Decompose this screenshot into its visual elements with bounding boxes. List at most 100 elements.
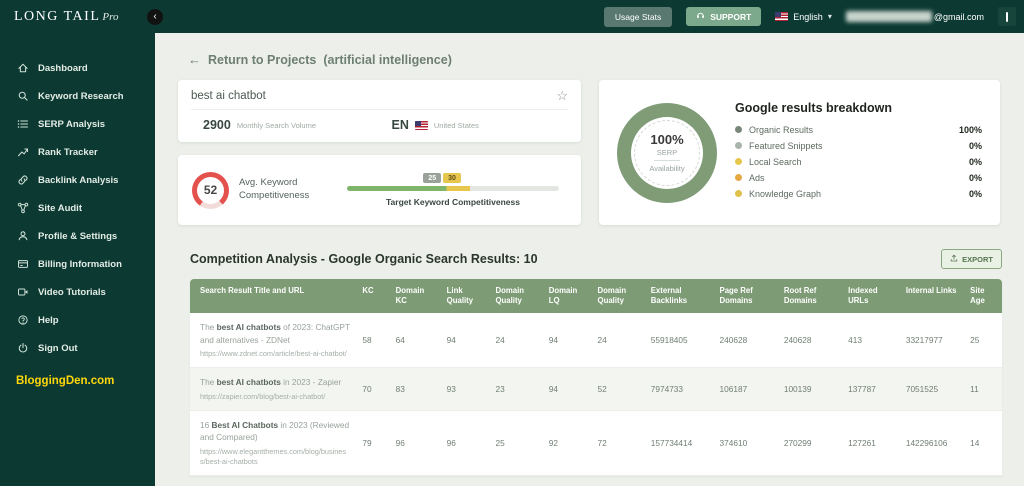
site-audit-icon (17, 202, 29, 214)
sidebar-item-keyword-research[interactable]: Keyword Research (0, 82, 155, 110)
blogging-den-link[interactable]: BloggingDen.com (0, 375, 155, 387)
legend-item: Knowledge Graph 0% (735, 189, 982, 199)
sidebar-item-profile-settings[interactable]: Profile & Settings (0, 222, 155, 250)
sidebar-item-billing-information[interactable]: Billing Information (0, 250, 155, 278)
language-code: EN (391, 118, 409, 132)
metric-cell: 58 (356, 313, 390, 369)
dashboard-icon (17, 62, 29, 74)
account-email[interactable]: @gmail.com (845, 11, 984, 22)
donut-label-availability: Availability (649, 164, 685, 173)
result-title-cell[interactable]: The best AI chatbots of 2023: ChatGPT an… (190, 313, 357, 369)
table-row: The best AI chatbots of 2023: ChatGPT an… (190, 313, 1002, 369)
signout-icon (17, 342, 29, 354)
main-content: ← Return to Projects (artificial intelli… (155, 33, 1024, 486)
sidebar-item-rank-tracker[interactable]: Rank Tracker (0, 138, 155, 166)
metric-cell: 157734414 (644, 410, 714, 477)
result-url[interactable]: https://zapier.com/blog/best-ai-chatbot/ (200, 392, 350, 402)
serp-list-icon (17, 118, 29, 130)
metric-cell: 92 (542, 410, 592, 477)
result-title-cell[interactable]: 16 Best AI Chatbots in 2023 (Reviewed an… (190, 410, 357, 477)
target-competitiveness-slider[interactable]: 25 30 Target Keyword Competitiveness (339, 173, 567, 207)
metric-cell: 7051525 (899, 367, 965, 411)
legend-dot-icon (735, 174, 742, 181)
usage-stats-button[interactable]: Usage Stats (603, 6, 673, 27)
sidebar-item-video-tutorials[interactable]: Video Tutorials (0, 278, 155, 306)
metric-cell: 64 (389, 313, 441, 369)
vertical-bar-icon (1006, 11, 1008, 22)
column-header: Page Ref Domains (713, 279, 778, 314)
star-icon[interactable]: ☆ (556, 89, 568, 102)
sidebar-item-label: Site Audit (38, 202, 82, 214)
search-volume-stat: 2900 Monthly Search Volume (191, 118, 380, 132)
metric-cell: 100139 (777, 367, 843, 411)
metric-cell: 23 (489, 367, 543, 411)
table-row: The best AI chatbots in 2023 - Zapier htt… (190, 367, 1002, 411)
metric-cell: 52 (591, 367, 645, 411)
us-flag-icon (775, 12, 789, 21)
support-label: SUPPORT (710, 11, 752, 22)
support-button[interactable]: SUPPORT (686, 7, 762, 26)
competitiveness-label: Avg. Keyword Competitiveness (239, 177, 310, 201)
email-redacted-blur (845, 11, 932, 22)
result-title[interactable]: The best AI chatbots of 2023: ChatGPT an… (200, 321, 350, 346)
sidebar-collapse-button[interactable]: ‹ (147, 9, 163, 25)
legend-label: Organic Results (749, 124, 814, 135)
column-header: KC (356, 279, 390, 314)
column-header: Indexed URLs (842, 279, 900, 314)
us-flag-icon (414, 120, 428, 130)
result-url[interactable]: https://www.zdnet.com/article/best-ai-ch… (200, 349, 350, 359)
language-label: English (793, 11, 823, 22)
result-title[interactable]: The best AI chatbots in 2023 - Zapier (200, 376, 350, 388)
serp-availability-donut: 100% SERP Availability (617, 102, 717, 203)
legend-value: 100% (958, 124, 982, 135)
sidebar-item-label: Dashboard (38, 62, 88, 74)
column-header: Domain Quality (489, 279, 543, 314)
sidebar-item-serp-analysis[interactable]: SERP Analysis (0, 110, 155, 138)
metric-cell: 14 (964, 410, 1002, 477)
export-button[interactable]: EXPORT (941, 249, 1002, 269)
sidebar-item-label: Billing Information (38, 258, 122, 270)
help-icon (17, 314, 29, 326)
breadcrumb[interactable]: ← Return to Projects (artificial intelli… (188, 52, 1000, 67)
brand-logo[interactable]: LONG TAIL Pro (0, 0, 155, 25)
export-icon (950, 254, 958, 264)
metric-cell: 106187 (713, 367, 778, 411)
result-title-cell[interactable]: The best AI chatbots in 2023 - Zapier htt… (190, 367, 357, 411)
legend-value: 0% (968, 156, 982, 167)
legend-value: 0% (968, 188, 982, 199)
language-selector[interactable]: English ▾ (775, 12, 832, 22)
sidebar-item-sign-out[interactable]: Sign Out (0, 334, 155, 362)
sidebar-item-dashboard[interactable]: Dashboard (0, 54, 155, 82)
metric-cell: 413 (842, 313, 900, 369)
country-label: United States (433, 120, 479, 130)
legend-label: Featured Snippets (749, 140, 823, 151)
keyword-title: best ai chatbot (191, 89, 266, 102)
sidebar-item-backlink-analysis[interactable]: Backlink Analysis (0, 166, 155, 194)
slider-track[interactable] (347, 186, 559, 191)
column-header: Root Ref Domains (777, 279, 843, 314)
return-to-projects-link: Return to Projects (208, 52, 317, 67)
panel-toggle-button[interactable] (998, 7, 1016, 26)
marker-high-badge: 30 (443, 173, 461, 183)
export-label: EXPORT (962, 254, 993, 264)
email-domain: @gmail.com (933, 11, 984, 22)
results-breakdown-card: 100% SERP Availability Google results br… (599, 80, 1000, 225)
sidebar-item-help[interactable]: Help (0, 306, 155, 334)
column-header: Search Result Title and URL (190, 279, 357, 314)
legend-item: Local Search 0% (735, 157, 982, 167)
summary-cards-row: best ai chatbot ☆ 2900 Monthly Search Vo… (178, 80, 1000, 225)
result-url[interactable]: https://www.elegantthemes.com/blog/busin… (200, 447, 350, 467)
breakdown-title: Google results breakdown (735, 100, 892, 115)
column-header: External Backlinks (644, 279, 714, 314)
profile-icon (17, 230, 29, 242)
result-title[interactable]: 16 Best AI Chatbots in 2023 (Reviewed an… (200, 419, 350, 444)
sidebar-item-label: Rank Tracker (38, 146, 98, 158)
metric-cell: 25 (489, 410, 543, 477)
metric-cell: 142296106 (899, 410, 965, 477)
target-competitiveness-label: Target Keyword Competitiveness (386, 197, 520, 207)
serp-availability-value: 100% (650, 132, 684, 147)
sidebar-item-label: Sign Out (38, 342, 78, 354)
sidebar-item-site-audit[interactable]: Site Audit (0, 194, 155, 222)
sidebar-item-label: Help (38, 314, 59, 326)
metric-cell: 94 (542, 313, 592, 369)
